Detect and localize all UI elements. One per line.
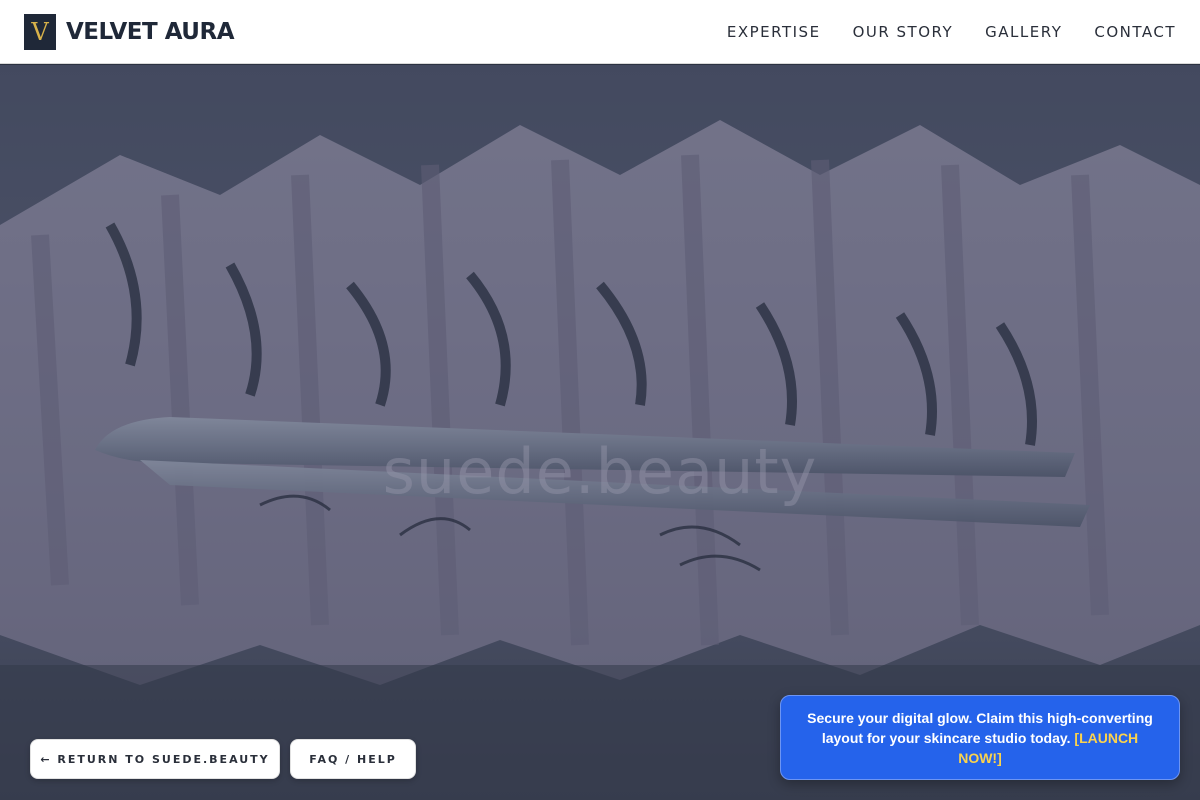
watermark: suede.beauty [382,435,818,508]
return-to-suede-button[interactable]: ← RETURN TO SUEDE.BEAUTY [30,739,280,779]
logo-mark: V [24,13,56,50]
hero-section: suede.beauty [0,65,1200,800]
brand-name: VELVET AURA [66,18,235,45]
nav-contact[interactable]: CONTACT [1094,23,1176,41]
promo-banner[interactable]: Secure your digital glow. Claim this hig… [780,695,1180,780]
brand[interactable]: V VELVET AURA [24,13,235,50]
top-navbar: V VELVET AURA EXPERTISE OUR STORY GALLER… [0,0,1200,64]
faq-help-button[interactable]: FAQ / HELP [290,739,416,779]
nav-our-story[interactable]: OUR STORY [853,23,954,41]
nav-gallery[interactable]: GALLERY [985,23,1062,41]
nav-expertise[interactable]: EXPERTISE [727,23,821,41]
main-nav: EXPERTISE OUR STORY GALLERY CONTACT [727,23,1176,41]
hero-overlay [0,65,1200,800]
